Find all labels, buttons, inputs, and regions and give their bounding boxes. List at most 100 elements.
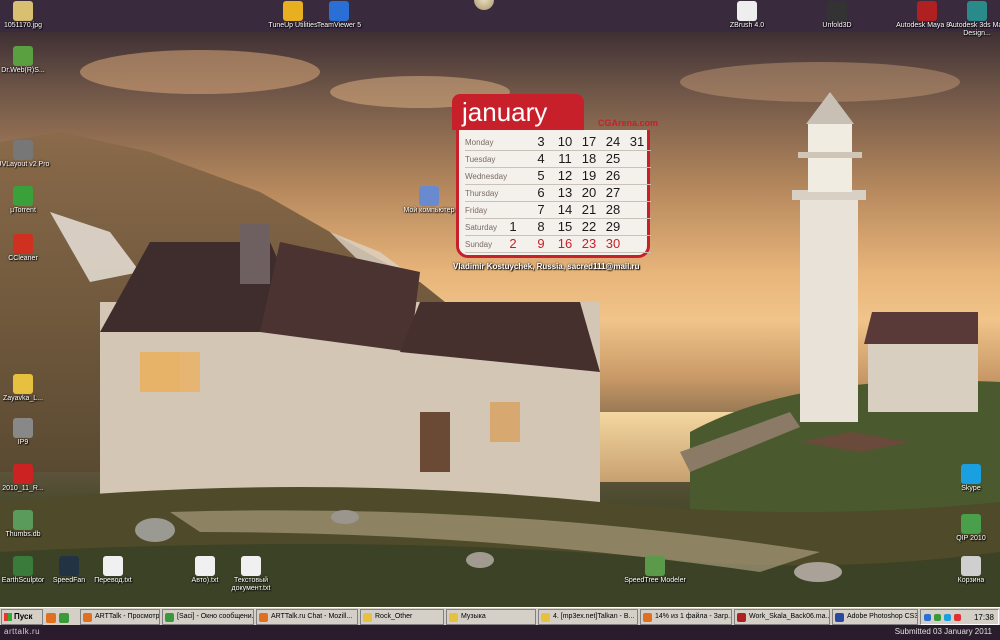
app-icon [643, 613, 652, 622]
app-icon [835, 613, 844, 622]
taskbar-button-label: ARTTalk - Просмотр те... [95, 613, 160, 620]
tray-antivirus-icon[interactable] [954, 614, 961, 621]
desktop-icon-zbrush[interactable]: ZBrush 4.0 [712, 1, 782, 30]
desktop-icon-unfold3d[interactable]: Unfold3D [802, 1, 872, 30]
speedfan-icon [59, 556, 79, 576]
app-icon [449, 613, 458, 622]
desktop-icon-utorrent[interactable]: µTorrent [0, 186, 58, 215]
calendar-day-name: Saturday [465, 223, 498, 232]
maya-icon [917, 1, 937, 21]
footer-strip: arttalk.ru Submitted 03 January 2011 [0, 625, 1000, 640]
calendar-date: 6 [537, 185, 545, 200]
desktop-icon-ip9[interactable]: IP9 [0, 418, 58, 447]
calendar-date: 17 [581, 134, 597, 149]
app-icon [259, 613, 268, 622]
desktop-icon-label: 2010_11_R... [2, 485, 44, 492]
taskbar-button[interactable]: Rock_Other [360, 609, 444, 625]
desktop-icon-uvlayout[interactable]: UVLayout v2 Pro [0, 140, 58, 169]
desktop-icon-image[interactable]: 1051170.jpg [0, 1, 58, 30]
taskbar-button[interactable]: Work_Skala_Back06.ma... [734, 609, 830, 625]
desktop-icon-label: Zayavka_L... [2, 395, 44, 402]
my-computer-icon [419, 186, 439, 206]
app-icon [363, 613, 372, 622]
calendar-date: 31 [629, 134, 645, 149]
calendar-date: 9 [537, 236, 545, 251]
desktop-icon-label: Autodesk 3ds Max Design... [948, 22, 1000, 37]
desktop-icon-label: Текстовый документ.txt [231, 577, 271, 592]
desktop-icon-db-file[interactable]: Thumbs.db [0, 510, 58, 539]
desktop-icon-label: 1051170.jpg [3, 22, 43, 29]
desktop-icon-ccleaner[interactable]: CCleaner [0, 234, 58, 263]
taskbar-button[interactable]: Adobe Photoshop CS3 E... [832, 609, 918, 625]
tray-skype-icon[interactable] [944, 614, 951, 621]
skype-icon [961, 464, 981, 484]
taskbar-button-label: Rock_Other [375, 613, 413, 620]
taskbar-button[interactable]: ARTTalk.ru Chat - Mozill... [256, 609, 358, 625]
utorrent-icon [13, 186, 33, 206]
submission-date: Submitted 03 January 2011 [894, 627, 992, 636]
calendar-day-name: Tuesday [465, 155, 496, 164]
calendar-date: 5 [537, 168, 545, 183]
desktop-icon-folder[interactable]: Zayavka_L... [0, 374, 58, 403]
desktop-icon-my-computer[interactable]: Мой компьютер [394, 186, 464, 215]
recycle-bin-icon [961, 556, 981, 576]
ip9-icon [13, 418, 33, 438]
taskbar-button[interactable]: 4. [mp3ex.net]Talkan - B... [538, 609, 638, 625]
taskbar-button-label: 14% из 1 файла - Загр... [655, 613, 732, 620]
taskbar-button[interactable]: [Saci] - Окно сообщени... [162, 609, 254, 625]
desktop-icon-label: µTorrent [10, 207, 36, 214]
quick-launch [46, 610, 76, 624]
calendar-month: january [452, 94, 584, 130]
desktop-icon-skype[interactable]: Skype [936, 464, 1000, 493]
calendar-date: 25 [605, 151, 621, 166]
taskbar-button[interactable]: 14% из 1 файла - Загр... [640, 609, 732, 625]
taskbar-button[interactable]: ARTTalk - Просмотр те... [80, 609, 160, 625]
earthsculptor-icon [13, 556, 33, 576]
image-icon [13, 1, 33, 21]
desktop-icon-label: UVLayout v2 Pro [0, 161, 50, 168]
desktop-icon-drweb[interactable]: Dr.Web(R)S... [0, 46, 58, 75]
tray-network-icon[interactable] [924, 614, 931, 621]
desktop-icon-label: IP9 [17, 439, 29, 446]
speedtree-icon [645, 556, 665, 576]
txt-file-icon [195, 556, 215, 576]
desktop-icon-recycle-bin[interactable]: Корзина [936, 556, 1000, 585]
desktop-icon-txt-file[interactable]: Перевод.txt [78, 556, 148, 585]
taskbar-button[interactable]: Музыка [446, 609, 536, 625]
calendar-date: 4 [537, 151, 545, 166]
start-button[interactable]: Пуск [1, 609, 43, 625]
start-button-label: Пуск [14, 612, 33, 621]
desktop-icon-label: TeamViewer 5 [316, 22, 362, 29]
calendar-date: 7 [537, 202, 545, 217]
calendar-date: 10 [557, 134, 573, 149]
firefox-icon[interactable] [46, 613, 56, 623]
unfold3d-icon [827, 1, 847, 21]
calendar-row-sunday: Sunday 2 9 16 23 30 [465, 236, 651, 253]
desktop-icon-label: CCleaner [8, 255, 38, 262]
desktop-icon-label: Перевод.txt [94, 577, 132, 584]
calendar-date: 30 [605, 236, 621, 251]
tray-qip-icon[interactable] [934, 614, 941, 621]
qip-quick-icon[interactable] [59, 613, 69, 623]
desktop-icon-3dsmax[interactable]: Autodesk 3ds Max Design... [942, 1, 1000, 38]
calendar-date: 24 [605, 134, 621, 149]
calendar-date: 12 [557, 168, 573, 183]
taskbar: Пуск ARTTalk - Просмотр те... [Saci] - Ок… [0, 607, 1000, 625]
desktop-icon-label: SpeedTree Modeler [624, 577, 686, 584]
desktop-icon-qip[interactable]: QIP 2010 [936, 514, 1000, 543]
wallpaper-calendar: january CGArena.com Monday 3 10 17 24 31 Tuesd… [452, 94, 658, 258]
clock[interactable]: 17:38 [974, 611, 994, 625]
calendar-date: 18 [581, 151, 597, 166]
system-tray: 17:38 [920, 609, 999, 625]
calendar-day-name: Sunday [465, 240, 493, 249]
calendar-date: 11 [558, 151, 572, 166]
calendar-date: 27 [605, 185, 621, 200]
desktop-icon-label: Skype [961, 485, 981, 492]
desktop-icon-txt-file[interactable]: Текстовый документ.txt [216, 556, 286, 593]
calendar-date: 29 [605, 219, 621, 234]
calendar-date: 15 [557, 219, 573, 234]
desktop-icon-teamviewer[interactable]: TeamViewer 5 [304, 1, 374, 30]
desktop-icon-speedtree[interactable]: SpeedTree Modeler [620, 556, 690, 585]
desktop-icon-pdf[interactable]: 2010_11_R... [0, 464, 58, 493]
calendar-row-tuesday: Tuesday 4 11 18 25 [465, 151, 651, 168]
